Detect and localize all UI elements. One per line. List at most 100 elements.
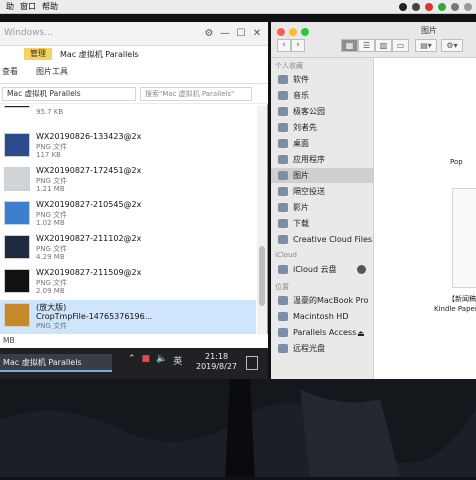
finder-toolbar: 图片 ‹ › ▦ ☰ ▥ ▭ ▤▾ ⚙▾ [271,22,476,58]
settings-icon[interactable]: ⚙ [202,27,216,41]
folder-icon [278,235,288,244]
forward-button[interactable]: › [291,39,305,52]
file-thumbnail [4,133,30,157]
sidebar-item-downloads[interactable]: 下载 [271,216,374,231]
file-size: 4.29 MB [36,253,65,261]
scrollbar-thumb[interactable] [259,246,265,306]
sidebar-item-parallels-access[interactable]: Parallels Access ⏏ [271,325,374,340]
list-item[interactable]: WX20190827-211102@2x PNG 文件 4.29 MB [0,232,256,265]
disc-icon [278,344,288,353]
column-view-button[interactable]: ▥ [375,39,392,52]
cloud-icon[interactable] [451,2,459,11]
list-item[interactable]: WX20190827-211509@2x PNG 文件 2.09 MB [0,266,256,299]
app-tray-icon[interactable]: ■ [142,354,151,367]
file-name: WX20190827-211509@2x [36,268,142,277]
macos-menu-bar: 助 窗口 帮助 [0,0,476,14]
notification-icon[interactable] [246,356,258,370]
status-icon[interactable] [412,2,420,11]
list-item[interactable]: 95.7 KB [0,106,256,121]
maximize-button[interactable]: ☐ [234,27,248,41]
file-name: WX20190826-133423@2x [36,132,142,141]
section-favorites: 个人收藏 [275,62,303,70]
weibo-icon[interactable] [425,2,433,11]
menu-extras [399,2,476,11]
folder-icon [278,107,288,116]
sidebar-item-applications[interactable]: 应用程序 [271,152,374,167]
tab-picture-tools[interactable]: 图片工具 [36,66,68,77]
sidebar-item-movies[interactable]: 影片 [271,200,374,215]
sidebar-item-label: 下载 [293,219,309,228]
sidebar-item-label: Parallels Access [293,328,357,337]
list-item-selected[interactable]: (放大版) CropTmpFile-14765376196... PNG 文件 [0,300,256,334]
sidebar-item-music[interactable]: 音乐 [271,88,374,103]
file-list: 95.7 KB WX20190826-133423@2x PNG 文件 117 … [0,106,256,334]
menu-item-help[interactable]: 帮助 [42,1,58,12]
minimize-button[interactable]: — [218,27,232,41]
music-icon [278,91,288,100]
close-button[interactable] [277,28,285,36]
sidebar-item-label: 刘者先 [293,123,317,132]
file-thumbnail [4,235,30,259]
list-view-button[interactable]: ☰ [358,39,375,52]
document-thumbnail[interactable] [452,188,476,288]
sidebar-item-pictures[interactable]: 图片 [271,168,374,183]
sidebar-item-macbook[interactable]: 温豪的MacBook Pro [271,293,374,308]
sidebar-item-software[interactable]: 软件 [271,72,374,87]
taskbar-item[interactable]: Mac 虚拟机 Parallels [0,354,112,372]
desktop-icon [278,139,288,148]
clock-date: 2019/8/27 [196,362,238,371]
close-button[interactable]: ✕ [250,27,264,41]
chevron-up-icon[interactable]: ⌃ [128,354,136,367]
status-icon[interactable] [399,2,407,11]
wifi-icon[interactable] [464,2,472,11]
minimize-button[interactable] [289,28,297,36]
input-language[interactable]: 英 [173,354,182,367]
laptop-icon [278,296,288,305]
sidebar-item-label: 软件 [293,75,309,84]
system-clock[interactable]: 21:18 2019/8/27 [196,352,237,372]
address-bar[interactable]: Mac 虚拟机 Parallels [2,87,136,101]
file-type: PNG 文件 [36,322,68,330]
finder-window: 图片 ‹ › ▦ ☰ ▥ ▭ ▤▾ ⚙▾ 个人收藏 软件 音乐 极客公园 刘者先… [271,22,476,379]
search-input[interactable]: 搜索"Mac 虚拟机 Parallels" [140,87,252,101]
finder-title: 图片 [421,26,437,35]
sidebar-item-airdrop[interactable]: 隔空投送 [271,184,374,199]
sidebar-item-creative-cloud[interactable]: Creative Cloud Files [271,232,374,247]
film-icon [278,203,288,212]
list-item[interactable]: WX20190827-210545@2x PNG 文件 1.02 MB [0,198,256,231]
windows-app-title: Windows... [4,28,53,38]
status-bar: MB [0,334,268,348]
sidebar-item-icloud-drive[interactable]: iCloud 云盘 [271,262,374,277]
icon-view-button[interactable]: ▦ [341,39,358,52]
menu-item-window[interactable]: 窗口 [20,1,36,12]
menu-item-help-partial[interactable]: 助 [6,1,14,12]
sidebar-item-label: 桌面 [293,139,309,148]
sidebar-item-macintosh-hd[interactable]: Macintosh HD [271,309,374,324]
file-thumbnail [4,201,30,225]
sidebar-item-remote-disc[interactable]: 远程光盘 [271,341,374,356]
list-item[interactable]: WX20190827-172451@2x PNG 文件 1.21 MB [0,164,256,197]
file-name: CropTmpFile-14765376196... [36,312,153,321]
volume-icon[interactable]: 🔈 [156,354,167,367]
list-item[interactable]: WX20190826-133423@2x PNG 文件 117 KB [0,130,256,163]
sidebar-item-desktop[interactable]: 桌面 [271,136,374,151]
sidebar-item-label: iCloud 云盘 [293,265,337,274]
zoom-button[interactable] [301,28,309,36]
preview-caption: 【新闻稿】 [448,295,476,303]
vertical-scrollbar[interactable] [257,106,267,334]
sidebar-item-user[interactable]: 刘者先 [271,120,374,135]
tab-manage[interactable]: 管理 [24,48,52,60]
group-button[interactable]: ▤▾ [415,39,437,52]
tab-view[interactable]: 查看 [2,66,18,77]
action-button[interactable]: ⚙▾ [441,39,463,52]
file-name: WX20190827-172451@2x [36,166,142,175]
background-photo [0,379,476,477]
eject-icon[interactable]: ⏏ [357,326,365,341]
sidebar-item-geekpark[interactable]: 极客公园 [271,104,374,119]
file-size: 95.7 KB [36,108,64,116]
preview-caption: Pop [450,158,463,166]
gallery-view-button[interactable]: ▭ [392,39,409,52]
disk-icon [278,328,288,337]
wechat-icon[interactable] [438,2,446,11]
back-button[interactable]: ‹ [277,39,291,52]
